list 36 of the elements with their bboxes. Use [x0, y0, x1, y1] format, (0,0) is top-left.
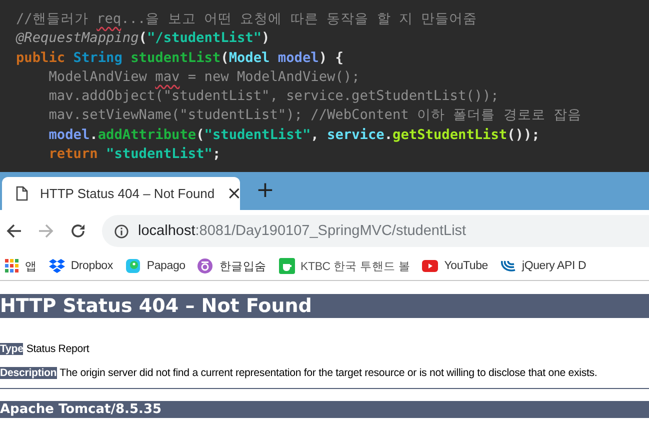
bookmark-link[interactable]: Dropbox	[70, 260, 113, 272]
apps-grid-icon[interactable]	[5, 259, 19, 273]
play-icon[interactable]	[422, 260, 438, 272]
bookmark-link[interactable]: 앱	[25, 258, 37, 274]
bookmark-link[interactable]: YouTube	[444, 260, 488, 272]
close-button[interactable]: ×	[226, 183, 242, 204]
document-icon	[16, 186, 28, 201]
info-icon	[114, 224, 129, 238]
code-line: return "studentList";	[48, 145, 222, 164]
swirl-icon[interactable]	[500, 258, 516, 274]
back-arrow-icon[interactable]	[6, 223, 22, 239]
round-icon[interactable]	[197, 258, 214, 274]
field-value: Status Report	[26, 343, 90, 355]
address-bar[interactable]: localhost:8081/Day190107_SpringMVC/studentList	[102, 215, 649, 247]
browser-tab[interactable]: HTTP Status 404 – Not Found ×	[2, 177, 240, 210]
bookmark-link[interactable]: KTBC 한국 투핸드 볼	[300, 258, 410, 274]
server-footer: Apache Tomcat/8.5.35	[0, 401, 649, 418]
box-icon[interactable]	[48, 259, 65, 273]
new-tab-button[interactable]: +	[256, 176, 274, 206]
bookmark-link[interactable]: jQuery API D	[522, 260, 586, 272]
code-line: @RequestMapping("/studentList")	[16, 29, 271, 48]
code-line: model.addAttribute("studentList", service.getStudentList());	[48, 126, 541, 145]
code-line: public String studentList(Model model) {	[16, 48, 344, 68]
url-text: localhost:8081/Day190107_SpringMVC/studentList	[138, 223, 466, 239]
code-line: mav.setViewName("studentList"); //WebContent 이하 폴더를 경로로 잡음	[48, 106, 583, 126]
reload-icon[interactable]	[70, 223, 86, 239]
bookmark-link[interactable]: 한글입숨	[219, 258, 267, 274]
field-label: Type	[0, 343, 24, 355]
cup-icon[interactable]	[278, 258, 295, 274]
bookmark-link[interactable]: Papago	[146, 260, 186, 272]
code-line: ModelAndView mav = new ModelAndView();	[48, 68, 361, 87]
code-line: //핸들러가 req...을 보고 어떤 요청에 따른 동작을 할 지 만들어줌	[16, 10, 478, 29]
field-label: Description	[0, 367, 57, 379]
field-value: The origin server did not find a current representation for the target resource or is not willing to disclose that one exists.	[60, 367, 598, 379]
code-line: mav.addObject("studentList", service.getStudentList());	[48, 87, 500, 106]
page-heading: HTTP Status 404 – Not Found	[0, 294, 649, 318]
